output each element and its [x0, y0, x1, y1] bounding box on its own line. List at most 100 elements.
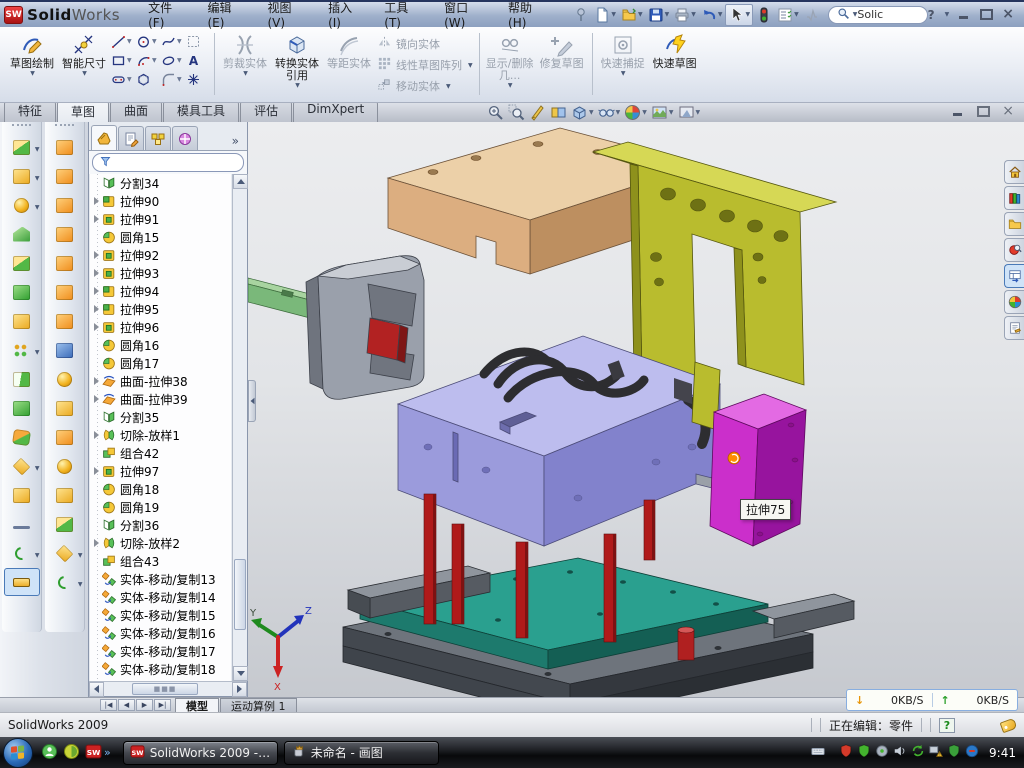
- expander-icon[interactable]: [91, 215, 101, 223]
- extruded-cut-icon[interactable]: ▼: [4, 162, 40, 190]
- linear-pattern-icon[interactable]: ▼: [4, 336, 40, 364]
- task-button[interactable]: 未命名 - 画图: [284, 741, 439, 765]
- smart-dimension-button[interactable]: 智能尺寸▼: [58, 31, 110, 78]
- move-copy-body-icon[interactable]: [4, 423, 40, 451]
- voice-icon[interactable]: [802, 4, 822, 26]
- view-orientation-icon[interactable]: [550, 104, 567, 121]
- dropdown-arrow-icon[interactable]: ▼: [127, 38, 135, 45]
- dropdown-arrow-icon[interactable]: ▼: [78, 552, 83, 559]
- part-clamp-block[interactable]: [306, 256, 424, 400]
- dropdown-arrow-icon[interactable]: ▼: [243, 70, 248, 77]
- shell-icon[interactable]: [4, 220, 40, 248]
- dropdown-arrow-icon[interactable]: ▼: [35, 349, 40, 356]
- taskbar-clock[interactable]: 9:41: [989, 746, 1016, 760]
- knit-surface-icon[interactable]: [47, 510, 83, 538]
- tree-item[interactable]: 实体-移动/复制16: [90, 624, 231, 642]
- tree-item[interactable]: 圆角18: [90, 480, 231, 498]
- tree-item[interactable]: 分割36: [90, 516, 231, 534]
- new-document-icon[interactable]: ▼: [592, 4, 618, 26]
- split-icon[interactable]: [4, 365, 40, 393]
- display-style-icon[interactable]: ▼: [571, 104, 594, 121]
- line-tool-icon[interactable]: [110, 33, 127, 50]
- sheet-nav-button[interactable]: ◀: [118, 699, 135, 711]
- messenger-status-icon[interactable]: [965, 744, 979, 761]
- edit-appearance-icon[interactable]: ▼: [624, 104, 647, 121]
- rib-icon[interactable]: [4, 249, 40, 277]
- offset-surface-icon[interactable]: [47, 278, 83, 306]
- toolbar-grip[interactable]: [55, 124, 74, 131]
- dropdown-arrow-icon[interactable]: ▼: [35, 204, 40, 211]
- tree-item[interactable]: 拉伸90: [90, 192, 231, 210]
- close-button[interactable]: ×: [1002, 9, 1014, 20]
- expander-icon[interactable]: [91, 467, 101, 475]
- view-palette-tab[interactable]: [1004, 264, 1024, 288]
- planar-surface-icon[interactable]: [47, 307, 83, 335]
- quick-launch-overflow[interactable]: »: [104, 746, 111, 759]
- menu-item[interactable]: 编辑(E): [197, 0, 255, 33]
- messenger-icon[interactable]: [41, 743, 58, 763]
- solidworks-resources-tab[interactable]: [1004, 160, 1024, 184]
- tree-item[interactable]: 分割34: [90, 174, 231, 192]
- tab-曲面[interactable]: 曲面: [110, 100, 162, 122]
- point-tool-icon[interactable]: [185, 71, 202, 88]
- tree-item[interactable]: 拉伸96: [90, 318, 231, 336]
- sketch-fillet-tool-icon[interactable]: [160, 71, 177, 88]
- offset-entities-button[interactable]: 等距实体: [323, 31, 375, 71]
- zoom-fit-icon[interactable]: [487, 104, 504, 121]
- tree-item[interactable]: 实体-移动/复制17: [90, 642, 231, 660]
- view-settings-icon[interactable]: ▼: [678, 104, 701, 121]
- print-icon[interactable]: ▼: [672, 4, 698, 26]
- dropdown-arrow-icon[interactable]: ▼: [35, 552, 40, 559]
- section-view-icon[interactable]: [529, 104, 546, 121]
- dropdown-arrow-icon[interactable]: ▼: [446, 83, 451, 90]
- doc-restore-button[interactable]: [977, 106, 990, 117]
- trim-entities-button[interactable]: 剪裁实体▼: [219, 31, 271, 78]
- scroll-left-button[interactable]: [89, 682, 104, 697]
- scroll-down-button[interactable]: [233, 666, 248, 681]
- dropdown-arrow-icon[interactable]: ▼: [152, 57, 160, 64]
- menu-item[interactable]: 视图(V): [257, 0, 316, 33]
- dropdown-arrow-icon[interactable]: ▼: [589, 109, 594, 116]
- tree-item[interactable]: 拉伸97: [90, 462, 231, 480]
- start-button[interactable]: [3, 738, 33, 768]
- expander-icon[interactable]: [91, 323, 101, 331]
- rebuild-icon[interactable]: [754, 4, 774, 26]
- reference-axis-icon[interactable]: [4, 510, 40, 538]
- tree-item[interactable]: 切除-放样1: [90, 426, 231, 444]
- apply-scene-icon[interactable]: ▼: [651, 104, 674, 121]
- tree-item[interactable]: 圆角17: [90, 354, 231, 372]
- extend-surface-icon[interactable]: [47, 481, 83, 509]
- expander-icon[interactable]: [91, 269, 101, 277]
- menu-item[interactable]: 插入(I): [318, 0, 372, 33]
- thicken-icon[interactable]: [47, 394, 83, 422]
- dropdown-arrow-icon[interactable]: ▼: [152, 38, 160, 45]
- dropdown-arrow-icon[interactable]: ▼: [718, 11, 723, 18]
- reference-point-icon[interactable]: ▼: [4, 452, 40, 480]
- dropdown-arrow-icon[interactable]: ▼: [745, 11, 750, 18]
- part-side-block[interactable]: [710, 394, 806, 546]
- dropdown-arrow-icon[interactable]: ▼: [794, 11, 799, 18]
- tree-item[interactable]: 组合42: [90, 444, 231, 462]
- menu-item[interactable]: 工具(T): [374, 0, 432, 33]
- reference-geometry-icon[interactable]: ▼: [47, 539, 83, 567]
- sheet-nav-button[interactable]: |◀: [100, 699, 117, 711]
- update-icon[interactable]: [875, 744, 889, 761]
- volume-icon[interactable]: [893, 744, 907, 761]
- options-icon[interactable]: ▼: [775, 4, 801, 26]
- menu-item[interactable]: 文件(F): [138, 0, 195, 33]
- tree-item[interactable]: 组合43: [90, 552, 231, 570]
- help-button[interactable]: ?: [928, 8, 935, 22]
- rapid-sketch-button[interactable]: 快速草图: [649, 31, 701, 71]
- tab-评估[interactable]: 评估: [240, 100, 292, 122]
- slot-tool-icon[interactable]: [110, 71, 127, 88]
- expander-icon[interactable]: [91, 431, 101, 439]
- part-guide-rod[interactable]: [248, 278, 310, 318]
- quick-snaps-button[interactable]: 快速捕捉▼: [597, 31, 649, 78]
- tab-草图[interactable]: 草图: [57, 100, 109, 122]
- dropdown-arrow-icon[interactable]: ▼: [638, 11, 643, 18]
- menu-item[interactable]: 窗口(W): [434, 0, 496, 33]
- tree-item[interactable]: 拉伸93: [90, 264, 231, 282]
- sheet-nav-button[interactable]: ▶: [136, 699, 153, 711]
- scroll-right-button[interactable]: [232, 682, 247, 697]
- security-shield-icon[interactable]: [857, 744, 871, 761]
